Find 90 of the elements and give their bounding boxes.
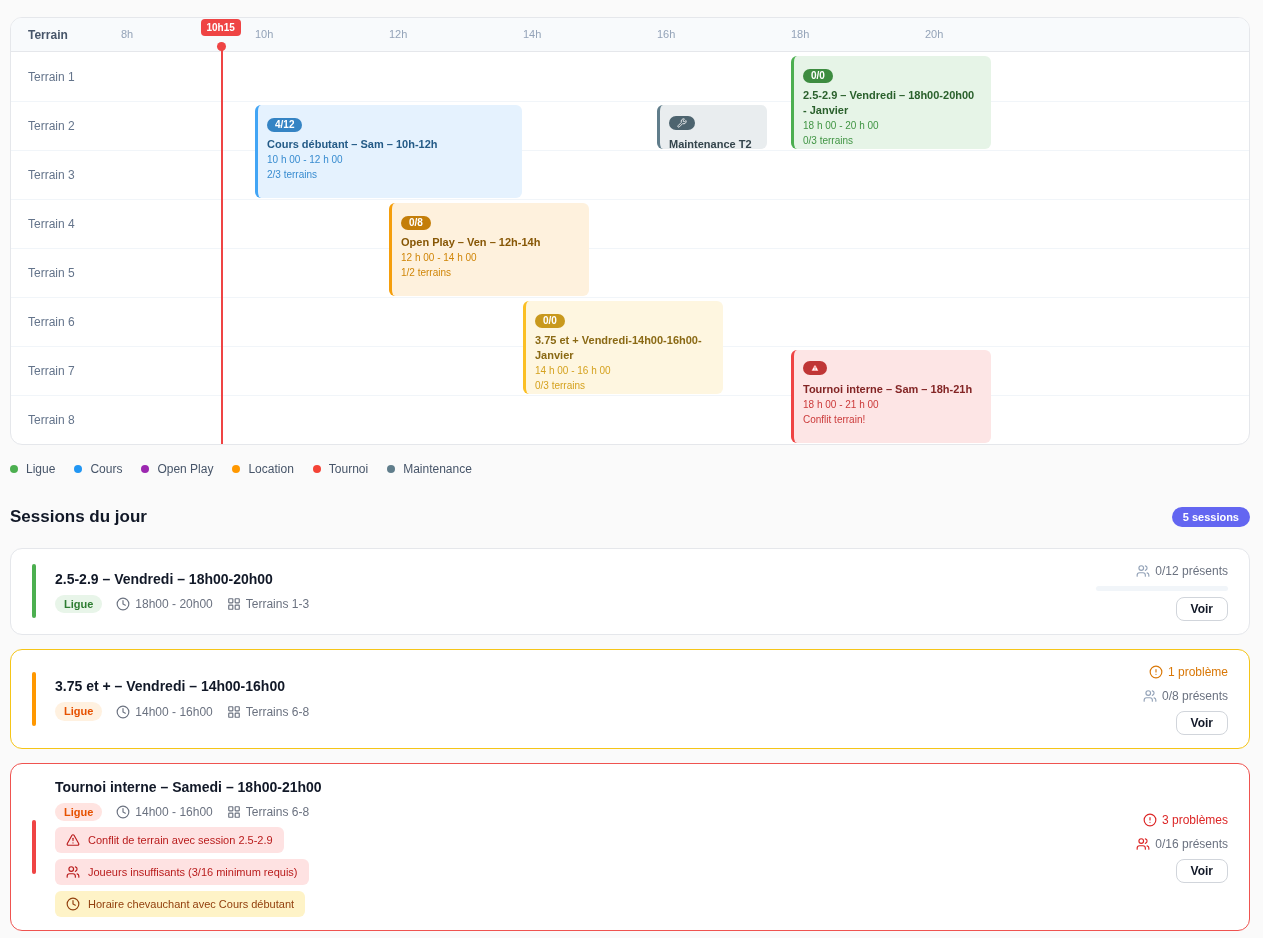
column-header: Terrain (28, 26, 68, 44)
session-time: 14h00 - 16h00 (135, 703, 213, 721)
users-icon (1136, 563, 1151, 578)
session-title: Tournoi interne – Samedi – 18h00-21h00 (55, 777, 323, 797)
count-badge: 0/8 (401, 215, 431, 230)
hour-label: 8h (121, 27, 134, 43)
grid-icon (226, 704, 241, 719)
session-courts: Terrains 6-8 (245, 803, 310, 821)
legend-label: Tournoi (328, 461, 369, 478)
event-time: 18 h 00 - 21 h 00 (803, 398, 880, 412)
event-time: 18 h 00 - 20 h 00 (803, 119, 880, 133)
users-icon (66, 865, 80, 879)
event-title: Maintenance T2 (669, 137, 753, 149)
court-label: Terrain 1 (28, 68, 75, 86)
count-badge: 4/12 (267, 117, 303, 132)
alert-icon (1148, 664, 1163, 679)
view-button[interactable]: Voir (1175, 596, 1228, 621)
event-title: Tournoi interne – Sam – 18h-21h (803, 382, 974, 397)
event-block[interactable]: 0/0 2.5-2.9 – Vendredi – 18h00-20h00 - Janvier 18 h 00 - 20 h 00 0/3 terrains (791, 56, 991, 149)
problem-count: 3 problèmes (1161, 811, 1228, 829)
attendance-count: 0/12 présents (1155, 562, 1228, 580)
event-time: 12 h 00 - 14 h 00 (401, 251, 478, 265)
hour-label: 18h (791, 27, 810, 43)
warning-icon (66, 833, 80, 847)
hour-label: 10h (255, 27, 274, 43)
legend-label: Open Play (157, 461, 214, 478)
event-time: 14 h 00 - 16 h 00 (535, 364, 612, 378)
session-tag: Ligue (55, 702, 103, 721)
current-time-badge: 10h15 (200, 19, 241, 36)
session-tag: Ligue (55, 802, 103, 821)
event-title: 3.75 et + Vendredi-14h00-16h00-Janvier (535, 333, 703, 363)
event-time: 10 h 00 - 12 h 00 (267, 153, 344, 167)
grid-icon (226, 804, 241, 819)
users-icon (1142, 688, 1157, 703)
event-courts: Conflit terrain! (803, 413, 867, 427)
issue-text: Joueurs insuffisants (3/16 minimum requis) (88, 864, 298, 880)
court-label: Terrain 8 (28, 412, 75, 429)
wrench-icon (669, 116, 695, 130)
event-courts: 0/3 terrains (803, 134, 855, 148)
session-title: 3.75 et + – Vendredi – 14h00-16h00 (55, 677, 286, 697)
users-icon (1136, 836, 1151, 851)
problem-count: 1 problème (1167, 663, 1228, 681)
court-label: Terrain 7 (28, 363, 75, 380)
warning-icon (803, 361, 827, 375)
legend-label: Maintenance (403, 461, 472, 478)
event-courts: 1/2 terrains (401, 266, 453, 280)
session-time: 18h00 - 20h00 (135, 596, 213, 613)
legend-label: Cours (90, 461, 123, 478)
court-label: Terrain 6 (28, 314, 75, 331)
hour-label: 20h (925, 27, 944, 43)
court-label: Terrain 3 (28, 167, 75, 184)
count-badge: 5 sessions (1171, 506, 1250, 527)
clock-icon (116, 704, 131, 719)
attendance-count: 0/8 présents (1161, 687, 1228, 705)
court-label: Terrain 4 (28, 216, 75, 233)
court-label: Terrain 2 (28, 118, 75, 135)
view-button[interactable]: Voir (1175, 710, 1228, 735)
event-block[interactable]: Tournoi interne – Sam – 18h-21h 18 h 00 - 21 h 00 Conflit terrain! (791, 350, 991, 443)
count-badge: 0/0 (535, 313, 565, 328)
session-courts: Terrains 1-3 (245, 596, 310, 613)
count-badge: 0/0 (803, 68, 833, 83)
event-block[interactable]: 4/12 Cours débutant – Sam – 10h-12h 10 h 00 - 12 h 00 2/3 terrains (255, 105, 522, 198)
clock-icon (116, 597, 131, 611)
legend-label: Ligue (26, 461, 56, 478)
event-block[interactable]: Maintenance T2 (657, 105, 767, 149)
hour-label: 16h (657, 27, 676, 43)
event-title: Open Play – Ven – 12h-14h (401, 235, 542, 250)
attendance-count: 0/16 présents (1155, 835, 1228, 853)
session-title: 2.5-2.9 – Vendredi – 18h00-20h00 (55, 569, 274, 589)
view-button[interactable]: Voir (1175, 858, 1228, 883)
event-title: Cours débutant – Sam – 10h-12h (267, 137, 439, 152)
event-courts: 0/3 terrains (535, 379, 587, 393)
section-title: Sessions du jour (10, 506, 147, 528)
event-block[interactable]: 0/8 Open Play – Ven – 12h-14h 12 h 00 - 14 h 00 1/2 terrains (389, 203, 589, 296)
session-courts: Terrains 6-8 (245, 703, 310, 721)
legend-label: Location (248, 461, 294, 478)
issue-text: Conflit de terrain avec session 2.5-2.9 (88, 832, 273, 848)
hour-label: 12h (389, 27, 408, 43)
grid-icon (226, 597, 241, 611)
hour-label: 14h (523, 27, 542, 43)
alert-icon (1142, 812, 1157, 827)
event-title: 2.5-2.9 – Vendredi – 18h00-20h00 - Janvier (803, 88, 976, 118)
court-label: Terrain 5 (28, 265, 75, 282)
session-tag: Ligue (55, 594, 103, 614)
clock-icon (66, 897, 80, 911)
event-courts: 2/3 terrains (267, 168, 319, 182)
event-block[interactable]: 0/0 3.75 et + Vendredi-14h00-16h00-Janvier 14 h 00 - 16 h 00 0/3 terrains (523, 301, 723, 394)
issue-text: Horaire chevauchant avec Cours débutant (88, 896, 295, 912)
session-time: 14h00 - 16h00 (135, 803, 213, 821)
clock-icon (116, 804, 131, 819)
